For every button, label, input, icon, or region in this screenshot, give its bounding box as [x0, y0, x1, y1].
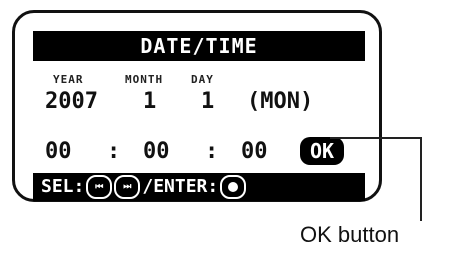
- next-track-icon[interactable]: ⏭: [114, 175, 141, 199]
- ok-button[interactable]: OK: [300, 137, 344, 165]
- footer-bar: SEL: ⏮ ⏭ /ENTER:: [33, 173, 365, 201]
- month-value[interactable]: 1: [143, 89, 156, 114]
- day-value[interactable]: 1: [201, 89, 214, 114]
- year-value[interactable]: 2007: [45, 89, 98, 114]
- seconds-value[interactable]: 00: [241, 139, 268, 164]
- screen-title: DATE/TIME: [33, 31, 365, 61]
- enter-dot-icon[interactable]: [220, 175, 247, 199]
- select-label: SEL:: [41, 176, 85, 197]
- hours-value[interactable]: 00: [45, 139, 72, 164]
- time-separator-1: :: [107, 139, 121, 164]
- lcd-frame: DATE/TIME YEAR MONTH DAY 2007 1 1 (MON) …: [12, 10, 382, 202]
- month-label: MONTH: [125, 73, 164, 86]
- callout-label: OK button: [300, 222, 400, 247]
- weekday-value: (MON): [247, 89, 314, 114]
- callout-leader-vertical: [420, 137, 422, 221]
- enter-label: /ENTER:: [142, 176, 219, 197]
- minutes-value[interactable]: 00: [143, 139, 170, 164]
- day-label: DAY: [191, 73, 214, 86]
- time-separator-2: :: [205, 139, 219, 164]
- year-label: YEAR: [53, 73, 84, 86]
- prev-track-icon[interactable]: ⏮: [86, 175, 113, 199]
- callout-leader-horizontal: [330, 137, 422, 139]
